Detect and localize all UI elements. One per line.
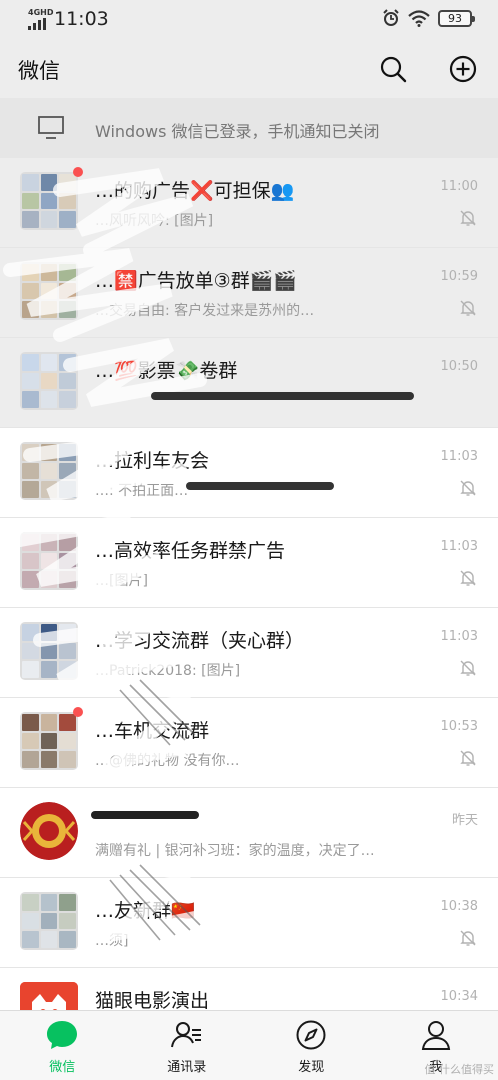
monitor-icon: [38, 116, 64, 139]
unread-dot: [73, 707, 83, 717]
chat-name: …💯影票💸卷群: [95, 360, 238, 382]
page-title: 微信: [18, 59, 60, 83]
battery-indicator: 93: [438, 9, 475, 27]
chat-preview: …Patrick2018: [图片]: [95, 663, 241, 679]
chat-row[interactable]: …的购广告❌可担保👥 …风听风吟: [图片] 11:00: [0, 158, 498, 248]
chat-preview: …交易自由: 客户发过来是苏州的…: [95, 303, 315, 319]
person-icon: [421, 1021, 450, 1050]
chat-row[interactable]: …高效率任务群禁广告 …[图片] 11:03: [0, 518, 498, 608]
group-avatar: [20, 622, 78, 680]
bottom-tab-bar: 微信 通讯录 发现 我 值 什么值得买: [0, 1010, 498, 1080]
tab-label: 通讯录: [167, 1060, 207, 1075]
watermark: 值 什么值得买: [424, 1063, 495, 1076]
chat-time: 11:03: [440, 539, 478, 554]
search-button[interactable]: [378, 54, 408, 84]
chat-preview: …@佛的礼物 没有你…: [95, 753, 240, 769]
chat-time: 昨天: [451, 813, 478, 828]
chat-name: …车机交流群: [95, 720, 210, 742]
contacts-icon: [170, 1022, 201, 1048]
chat-name: …🈲广告放单③群🎬🎬: [95, 270, 298, 292]
mute-bell-icon: [460, 300, 476, 316]
pc-login-text: Windows 微信已登录，手机通知已关闭: [95, 122, 380, 141]
chat-time: 10:34: [440, 989, 478, 1004]
group-avatar: [20, 442, 78, 500]
chat-row[interactable]: …友新群🇨🇳 …须] 10:38: [0, 878, 498, 968]
official-account-avatar: [20, 802, 78, 860]
tab-contacts[interactable]: 通讯录: [125, 1011, 250, 1080]
add-button[interactable]: [448, 54, 478, 84]
chat-preview: …风听风吟: [图片]: [95, 213, 214, 229]
chat-preview: 满赠有礼 | 银河补习班：家的温度，决定了…: [95, 843, 375, 859]
chat-time: 10:53: [440, 719, 478, 734]
chat-row[interactable]: 满赠有礼 | 银河补习班：家的温度，决定了… 昨天: [0, 788, 498, 878]
chat-time: 10:50: [440, 359, 478, 374]
unread-dot: [73, 167, 83, 177]
chat-name: …的购广告❌可担保👥: [95, 180, 295, 202]
mute-bell-icon: [460, 750, 476, 766]
chat-row[interactable]: …💯影票💸卷群 10:50: [0, 338, 498, 428]
chat-time: 11:00: [440, 179, 478, 194]
chat-time: 11:03: [440, 449, 478, 464]
search-icon: [380, 56, 407, 83]
group-avatar: [20, 262, 78, 320]
cellular-signal-icon: 4GHD: [28, 8, 54, 30]
chat-time: 10:38: [440, 899, 478, 914]
status-bar: 4GHD 11:03 93: [0, 0, 498, 40]
chat-preview: …[图片]: [95, 573, 148, 589]
chat-name: …拉利车友会: [95, 450, 210, 472]
chat-row[interactable]: …拉利车友会 …: 不拍正面… 11:03: [0, 428, 498, 518]
chat-row[interactable]: …车机交流群 …@佛的礼物 没有你… 10:53: [0, 698, 498, 788]
tab-discover[interactable]: 发现: [249, 1011, 374, 1080]
alarm-icon: [383, 9, 399, 26]
chat-name: …学习交流群（夹心群）: [95, 630, 305, 652]
group-avatar: [20, 532, 78, 590]
chat-name: …友新群🇨🇳: [95, 900, 195, 922]
compass-icon: [296, 1020, 326, 1050]
chat-bubble-icon: [47, 1021, 78, 1049]
mute-bell-icon: [460, 570, 476, 586]
group-avatar: [20, 712, 78, 770]
chat-time: 10:59: [440, 269, 478, 284]
tab-label: 发现: [298, 1060, 325, 1075]
group-avatar: [20, 352, 78, 410]
chat-name: …高效率任务群禁广告: [95, 540, 286, 562]
mute-bell-icon: [460, 660, 476, 676]
tab-label: 微信: [49, 1060, 76, 1075]
pc-login-banner[interactable]: Windows 微信已登录，手机通知已关闭: [0, 98, 498, 158]
mute-bell-icon: [460, 480, 476, 496]
mute-bell-icon: [460, 210, 476, 226]
network-type: 4GHD: [28, 8, 54, 17]
chat-preview: …: 不拍正面…: [95, 483, 189, 499]
chat-row[interactable]: …🈲广告放单③群🎬🎬 …交易自由: 客户发过来是苏州的… 10:59: [0, 248, 498, 338]
app-header: 微信: [0, 40, 498, 98]
mute-bell-icon: [460, 930, 476, 946]
group-avatar: [20, 172, 78, 230]
chat-time: 11:03: [440, 629, 478, 644]
chat-name: 猫眼电影演出: [95, 990, 210, 1012]
tab-chats[interactable]: 微信: [0, 1011, 125, 1080]
group-avatar: [20, 892, 78, 950]
wifi-icon: [408, 9, 430, 27]
chat-row[interactable]: …学习交流群（夹心群） …Patrick2018: [图片] 11:03: [0, 608, 498, 698]
chat-preview: …须]: [95, 933, 129, 949]
plus-circle-icon: [449, 55, 477, 83]
